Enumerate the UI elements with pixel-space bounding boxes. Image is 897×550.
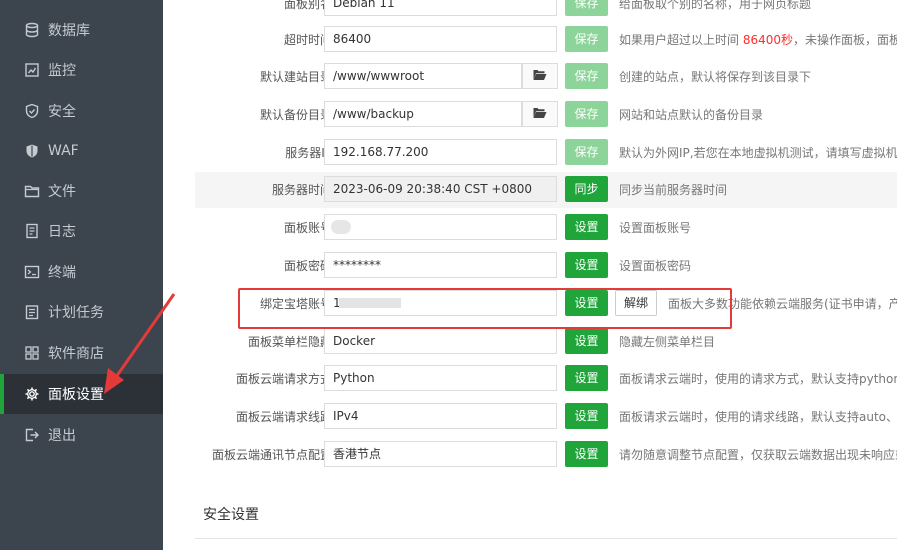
- cloud-line-input[interactable]: IPv4: [324, 403, 557, 429]
- setting-desc: 面板请求云端时，使用的请求方式，默认支持python、curl: [619, 372, 897, 386]
- setting-row-timeout: 超时时间 86400 保存 如果用户超过以上时间 86400秒，未操作面板，面板…: [195, 22, 897, 58]
- sidebar-item-label: 安全: [48, 104, 76, 120]
- setting-row-password: 面板密码 ******** 设置 设置面板密码: [195, 248, 897, 284]
- setting-label: 服务器时间: [271, 183, 332, 197]
- setting-desc: 设置面板账号: [619, 221, 692, 235]
- sync-time-button[interactable]: 同步: [565, 176, 608, 202]
- setting-desc: 面板请求云端时，使用的请求线路，默认支持auto、ipv4、ipv6: [619, 410, 897, 424]
- alias-input[interactable]: Debian 11: [324, 0, 557, 16]
- setting-row-site-dir: 默认建站目录 /www/wwwroot 保存 创建的站点，默认将保存到该目录下: [195, 59, 897, 95]
- setting-desc: 网站和站点默认的备份目录: [619, 108, 764, 122]
- setting-desc: 如果用户超过以上时间 86400秒，未操作面板，面板将自动: [619, 33, 897, 47]
- setting-label: 面板菜单栏隐藏: [247, 335, 332, 349]
- logout-icon: [24, 427, 40, 443]
- password-set-button[interactable]: 设置: [565, 252, 608, 278]
- settings-panel: 面板别名 Debian 11 保存 给面板取个别的名称，用于网页标题 超时时间 …: [163, 0, 897, 550]
- setting-desc: 创建的站点，默认将保存到该目录下: [619, 70, 812, 84]
- folder-icon: [24, 183, 40, 199]
- setting-row-cloud-line: 面板云端请求线路 IPv4 设置 面板请求云端时，使用的请求线路，默认支持aut…: [195, 399, 897, 435]
- annotation-arrow-icon: [104, 293, 176, 394]
- sidebar-item-logs[interactable]: 日志: [0, 211, 163, 251]
- setting-row-alias: 面板别名 Debian 11 保存 给面板取个别的名称，用于网页标题: [195, 0, 897, 22]
- timeout-save-button[interactable]: 保存: [565, 26, 608, 52]
- folder-open-icon: [533, 69, 547, 84]
- cloud-method-set-button[interactable]: 设置: [565, 365, 608, 391]
- site-dir-save-button[interactable]: 保存: [565, 63, 608, 89]
- waf-shield-icon: [24, 143, 40, 159]
- setting-desc: 隐藏左侧菜单栏目: [619, 335, 716, 349]
- cloud-line-set-button[interactable]: 设置: [565, 403, 608, 429]
- sidebar-item-label: 退出: [48, 428, 76, 444]
- log-icon: [24, 223, 40, 239]
- cloud-node-set-button[interactable]: 设置: [565, 441, 608, 467]
- sidebar: 数据库 监控 安全 WAF 文件 日志 终端 计划任务 软件商店 面板设置 退出: [0, 0, 163, 550]
- setting-row-server-ip: 服务器IP 192.168.77.200 保存 默认为外网IP,若您在本地虚拟机…: [195, 135, 897, 171]
- database-icon: [24, 22, 40, 38]
- sidebar-item-security[interactable]: 安全: [0, 91, 163, 131]
- setting-row-account: 面板账号 设置 设置面板账号: [195, 210, 897, 246]
- setting-label: 面板云端通讯节点配置: [211, 448, 332, 462]
- site-dir-browse-button[interactable]: [522, 63, 558, 89]
- sidebar-item-label: 日志: [48, 224, 76, 240]
- setting-row-cloud-node: 面板云端通讯节点配置 香港节点 设置 请勿随意调整节点配置，仅获取云端数据出现未…: [195, 437, 897, 473]
- shield-icon: [24, 103, 40, 119]
- redacted-account: [331, 220, 351, 234]
- sidebar-item-label: 文件: [48, 184, 76, 200]
- sidebar-item-monitor[interactable]: 监控: [0, 50, 163, 90]
- sidebar-item-waf[interactable]: WAF: [0, 131, 163, 171]
- cloud-method-input[interactable]: Python: [324, 365, 557, 391]
- backup-dir-browse-button[interactable]: [522, 101, 558, 127]
- menu-hide-set-button[interactable]: 设置: [565, 328, 608, 354]
- sidebar-item-terminal[interactable]: 终端: [0, 252, 163, 292]
- menu-hide-input[interactable]: Docker: [324, 328, 557, 354]
- backup-dir-save-button[interactable]: 保存: [565, 101, 608, 127]
- timeout-highlight: 86400秒: [742, 33, 794, 47]
- setting-desc: 默认为外网IP,若您在本地虚拟机测试，请填写虚拟机内网IP: [619, 146, 897, 160]
- sidebar-item-database[interactable]: 数据库: [0, 10, 163, 50]
- setting-label: 面板云端请求线路: [235, 410, 332, 424]
- setting-row-server-time: 服务器时间 2023-06-09 20:38:40 CST +0800 同步 同…: [195, 172, 897, 208]
- folder-open-icon: [533, 107, 547, 122]
- security-section-title: 安全设置: [203, 507, 259, 523]
- server-time-display: 2023-06-09 20:38:40 CST +0800: [324, 176, 557, 202]
- setting-label: 面板云端请求方式: [235, 372, 332, 386]
- task-icon: [24, 304, 40, 320]
- sidebar-item-label: WAF: [48, 143, 79, 159]
- account-set-button[interactable]: 设置: [565, 214, 608, 240]
- setting-label: 默认备份目录: [259, 108, 332, 122]
- section-divider: [195, 538, 897, 539]
- password-input[interactable]: ********: [324, 252, 557, 278]
- setting-desc: 给面板取个别的名称，用于网页标题: [619, 0, 812, 11]
- annotation-highlight-box: [238, 288, 732, 329]
- grid-icon: [24, 345, 40, 361]
- sidebar-item-label: 终端: [48, 265, 76, 281]
- sidebar-item-files[interactable]: 文件: [0, 171, 163, 211]
- sidebar-item-label: 数据库: [48, 23, 90, 39]
- gear-icon: [24, 386, 40, 402]
- monitor-icon: [24, 62, 40, 78]
- setting-desc: 请勿随意调整节点配置，仅获取云端数据出现未响应或错误时: [619, 448, 897, 462]
- backup-dir-input[interactable]: /www/backup: [324, 101, 522, 127]
- setting-desc: 同步当前服务器时间: [619, 183, 728, 197]
- cloud-node-input[interactable]: 香港节点: [324, 441, 557, 467]
- setting-label: 默认建站目录: [259, 70, 332, 84]
- server-ip-save-button[interactable]: 保存: [565, 139, 608, 165]
- sidebar-item-logout[interactable]: 退出: [0, 415, 163, 455]
- terminal-icon: [24, 264, 40, 280]
- setting-row-backup-dir: 默认备份目录 /www/backup 保存 网站和站点默认的备份目录: [195, 97, 897, 133]
- setting-row-cloud-method: 面板云端请求方式 Python 设置 面板请求云端时，使用的请求方式，默认支持p…: [195, 361, 897, 397]
- alias-save-button[interactable]: 保存: [565, 0, 608, 16]
- site-dir-input[interactable]: /www/wwwroot: [324, 63, 522, 89]
- timeout-input[interactable]: 86400: [324, 26, 557, 52]
- setting-desc: 设置面板密码: [619, 259, 692, 273]
- setting-row-menu-hide: 面板菜单栏隐藏 Docker 设置 隐藏左侧菜单栏目: [195, 324, 897, 360]
- account-input[interactable]: [324, 214, 557, 240]
- sidebar-item-label: 监控: [48, 63, 76, 79]
- server-ip-input[interactable]: 192.168.77.200: [324, 139, 557, 165]
